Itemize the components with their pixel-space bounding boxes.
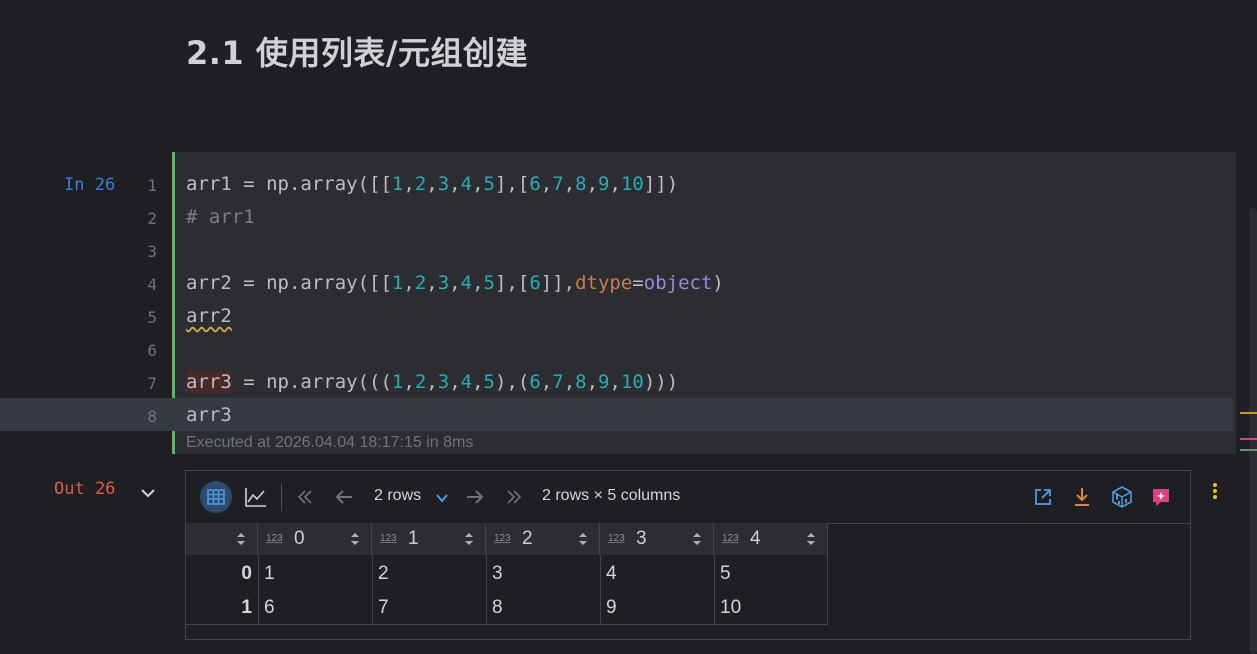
line-number: 1 xyxy=(147,176,157,195)
table-cell[interactable]: 10 xyxy=(720,597,741,619)
open-in-new-tab-icon[interactable] xyxy=(1034,488,1052,506)
error-stripe-marker[interactable] xyxy=(1240,438,1257,440)
column-name: 0 xyxy=(294,528,305,549)
table-view-button[interactable] xyxy=(200,481,232,513)
column-header[interactable]: 123 3 xyxy=(600,523,714,555)
index-header[interactable] xyxy=(186,523,258,555)
shape-info: 2 rows × 5 columns xyxy=(542,487,681,504)
toolbar-separator xyxy=(281,483,282,511)
sort-icon[interactable] xyxy=(578,532,588,546)
error-stripe-marker[interactable] xyxy=(1240,412,1257,414)
previous-page-icon[interactable] xyxy=(335,490,353,504)
column-divider xyxy=(827,555,828,625)
sort-icon[interactable] xyxy=(692,532,702,546)
output-toolbar: 2 rows 2 rows × 5 columns xyxy=(186,471,1190,524)
line-number: 4 xyxy=(147,275,157,294)
code-line-1[interactable]: arr1 = np.array([[1,2,3,4,5],[6,7,8,9,10… xyxy=(186,173,678,195)
column-header[interactable]: 123 1 xyxy=(372,523,486,555)
number-type-icon: 123 xyxy=(608,533,625,544)
sort-icon[interactable] xyxy=(236,532,246,546)
column-divider xyxy=(714,555,715,625)
column-divider xyxy=(372,555,373,625)
last-page-icon[interactable] xyxy=(506,490,522,504)
number-type-icon: 123 xyxy=(494,533,511,544)
number-type-icon: 123 xyxy=(266,533,283,544)
more-options-icon[interactable] xyxy=(1210,481,1220,501)
code-line-7[interactable]: arr3 = np.array(((1,2,3,4,5),(6,7,8,9,10… xyxy=(186,371,678,393)
table-cell[interactable]: 4 xyxy=(606,563,617,585)
column-header[interactable]: 123 2 xyxy=(486,523,600,555)
column-name: 3 xyxy=(636,528,647,549)
column-name: 1 xyxy=(408,528,419,549)
table-cell[interactable]: 7 xyxy=(378,597,389,619)
table-cell[interactable]: 5 xyxy=(720,563,731,585)
column-divider xyxy=(600,555,601,625)
out-prompt-label: Out 26 xyxy=(54,479,116,499)
column-divider xyxy=(258,555,259,625)
column-divider xyxy=(486,555,487,625)
column-name: 2 xyxy=(522,528,533,549)
chevron-down-icon[interactable] xyxy=(436,494,448,503)
scrollbar[interactable] xyxy=(1249,208,1257,654)
ai-assistant-icon[interactable] xyxy=(1150,486,1172,508)
first-page-icon[interactable] xyxy=(297,490,313,504)
code-line-8[interactable]: arr3 xyxy=(186,404,232,426)
line-number: 5 xyxy=(147,308,157,327)
code-line-2[interactable]: # arr1 xyxy=(186,206,255,228)
row-index: 1 xyxy=(241,597,252,618)
table-cell[interactable]: 1 xyxy=(264,563,275,585)
table-cell[interactable]: 9 xyxy=(606,597,617,619)
current-line-highlight xyxy=(0,398,1233,431)
error-stripe-marker[interactable] xyxy=(1240,449,1257,451)
section-heading: 2.1 使用列表/元组创建 xyxy=(186,34,529,72)
line-number: 8 xyxy=(147,407,157,426)
line-number: 2 xyxy=(147,209,157,228)
download-icon[interactable] xyxy=(1073,487,1091,507)
chart-view-icon[interactable] xyxy=(244,486,268,508)
sort-icon[interactable] xyxy=(464,532,474,546)
line-number: 6 xyxy=(147,341,157,360)
execution-info: Executed at 2026.04.04 18:17:15 in 8ms xyxy=(186,434,474,451)
code-line-4[interactable]: arr2 = np.array([[1,2,3,4,5],[6]],dtype=… xyxy=(186,272,724,294)
column-header[interactable]: 123 4 xyxy=(714,523,828,555)
row-index: 0 xyxy=(241,563,252,584)
table-cell[interactable]: 6 xyxy=(264,597,275,619)
line-number: 3 xyxy=(147,242,157,261)
table-cell[interactable]: 2 xyxy=(378,563,389,585)
number-type-icon: 123 xyxy=(722,533,739,544)
column-header[interactable]: 123 0 xyxy=(258,523,372,555)
sort-icon[interactable] xyxy=(350,532,360,546)
in-prompt-label: In 26 xyxy=(64,175,116,195)
dataframe-output: 2 rows 2 rows × 5 columns 123 0 123 1 12… xyxy=(185,470,1191,640)
number-type-icon: 123 xyxy=(380,533,397,544)
table-icon xyxy=(207,489,225,505)
sort-icon[interactable] xyxy=(806,532,816,546)
code-line-5[interactable]: arr2 xyxy=(186,305,232,327)
table-cell[interactable]: 3 xyxy=(492,563,503,585)
table-bottom-border xyxy=(186,624,828,625)
column-name: 4 xyxy=(750,528,761,549)
line-number: 7 xyxy=(147,374,157,393)
next-page-icon[interactable] xyxy=(466,490,484,504)
chevron-down-icon[interactable] xyxy=(139,484,157,502)
data-wrangler-icon[interactable] xyxy=(1111,486,1133,508)
rows-select[interactable]: 2 rows xyxy=(374,487,421,505)
table-cell[interactable]: 8 xyxy=(492,597,503,619)
